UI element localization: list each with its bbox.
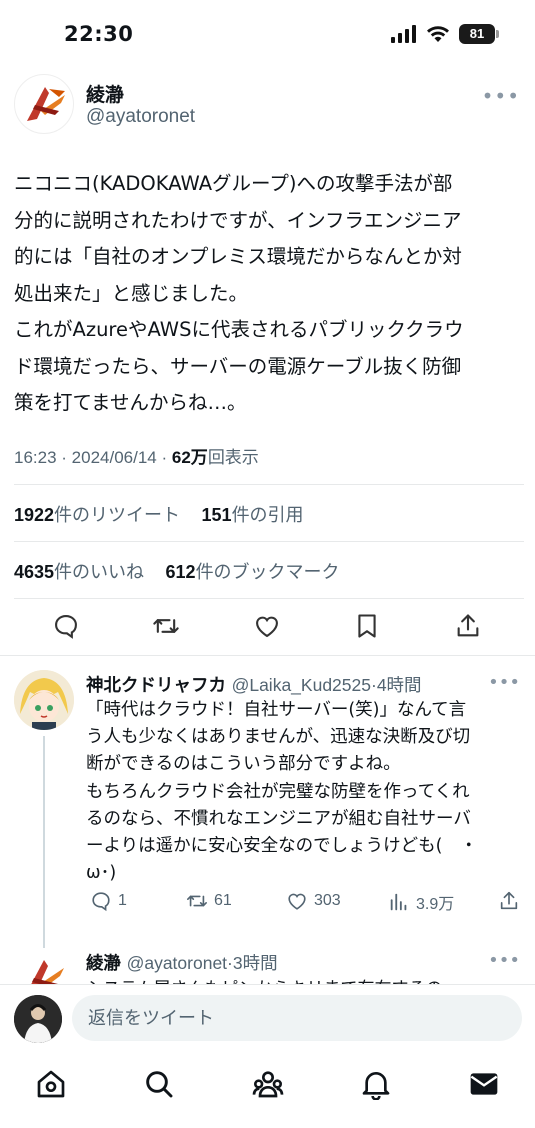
more-options-icon[interactable]: •••: [482, 84, 520, 108]
likes-label: 件のいいね: [54, 562, 145, 583]
status-bar: 22:30 81: [0, 0, 535, 70]
reply-avatar[interactable]: [14, 670, 74, 730]
reply-reply-count: 1: [118, 892, 127, 909]
reply-retweet-count: 61: [214, 892, 232, 909]
tab-communities[interactable]: [252, 1068, 286, 1102]
reply-views-count: 3.9万: [416, 896, 455, 913]
tab-search[interactable]: [143, 1068, 177, 1102]
bell-icon: [362, 1072, 390, 1101]
reply-icon: [55, 615, 77, 639]
retweets-stat[interactable]: 1922件のリツイート: [14, 505, 180, 526]
analytics-icon: [390, 893, 407, 911]
meta-separator: ·: [161, 448, 172, 467]
reply-avatar-image: [14, 670, 74, 730]
reply2-header: 綾瀞 @ayatoronet·3時間: [86, 953, 278, 974]
divider: [0, 655, 535, 656]
bookmark-button[interactable]: [353, 612, 383, 642]
stats-likes-row: 4635件のいいね 612件のブックマーク: [14, 558, 340, 584]
retweets-count: 1922: [14, 505, 55, 525]
wifi-icon: [427, 26, 449, 42]
user-avatar-image: [14, 995, 62, 1043]
likes-count: 4635: [14, 562, 55, 582]
retweet-icon: [187, 895, 207, 907]
heart-icon: [256, 616, 278, 638]
reply-like-count: 303: [314, 892, 341, 909]
home-icon: [37, 1070, 65, 1098]
bookmark-icon: [358, 614, 376, 638]
reply-reply-button[interactable]: 1: [90, 890, 127, 912]
reply2-author-name[interactable]: 綾瀞: [86, 954, 121, 974]
share-icon: [500, 891, 518, 910]
tab-home[interactable]: [35, 1068, 69, 1102]
reply-author-handle[interactable]: @Laika_Kud2525: [232, 675, 371, 695]
divider: [14, 484, 524, 485]
views-label: 回表示: [207, 448, 259, 467]
reply-views-button[interactable]: 3.9万: [388, 890, 454, 914]
reply-text: 「時代はクラウド！自社サーバー(笑)」なんて言 う人も少なくはありませんが、迅速…: [86, 700, 478, 884]
user-avatar[interactable]: [14, 995, 62, 1043]
battery-indicator: 81: [459, 24, 499, 44]
retweet-button[interactable]: [152, 612, 182, 642]
retweets-label: 件のリツイート: [54, 505, 181, 526]
views-count: 62万: [171, 448, 208, 467]
search-icon: [146, 1071, 173, 1098]
tweet-time[interactable]: 16:23: [14, 448, 57, 467]
likes-stat[interactable]: 4635件のいいね: [14, 562, 144, 583]
author-logo-icon: [27, 87, 65, 121]
bookmarks-label: 件のブックマーク: [195, 562, 340, 583]
tab-notifications[interactable]: [360, 1068, 394, 1102]
retweet-icon: [153, 619, 179, 633]
reply-input[interactable]: [72, 995, 522, 1041]
bookmarks-stat[interactable]: 612件のブックマーク: [166, 562, 340, 583]
communities-icon: [252, 1071, 284, 1098]
reply-share-button[interactable]: [498, 890, 520, 912]
reply-like-button[interactable]: 303: [286, 890, 341, 912]
reply-retweet-button[interactable]: 61: [186, 890, 232, 912]
reply-compose-bar: [0, 984, 535, 1052]
reply2-time[interactable]: 3時間: [233, 953, 278, 973]
status-icons: 81: [391, 24, 499, 44]
quotes-stat[interactable]: 151件の引用: [202, 505, 304, 526]
tweet-meta: 16:23 · 2024/06/14 · 62万回表示: [14, 443, 259, 468]
reply-header: 神北クドリャフカ @Laika_Kud2525·4時間: [86, 675, 422, 696]
tab-messages[interactable]: [468, 1068, 502, 1102]
tweet-date[interactable]: 2024/06/14: [72, 448, 157, 467]
tweet-actions: [0, 608, 535, 650]
divider: [14, 598, 524, 599]
author-name[interactable]: 綾瀞: [86, 80, 124, 107]
stats-retweets-row: 1922件のリツイート 151件の引用: [14, 501, 304, 527]
tweet-author: 綾瀞 @ayatoronet •••: [14, 74, 524, 138]
quotes-label: 件の引用: [231, 505, 304, 526]
reply-more-icon[interactable]: •••: [488, 672, 520, 693]
tweet-text: ニコニコ(KADOKAWAグループ)への攻撃手法が部 分的に説明されたわけですが…: [14, 172, 464, 414]
reply-icon: [92, 892, 110, 912]
divider: [14, 541, 524, 542]
signal-icon: [391, 25, 416, 43]
bottom-tab-bar: [0, 1052, 535, 1128]
bookmarks-count: 612: [165, 562, 196, 582]
author-handle[interactable]: @ayatoronet: [86, 106, 195, 128]
reply2-more-icon[interactable]: •••: [488, 950, 520, 971]
share-button[interactable]: [454, 612, 484, 642]
reply-author-name[interactable]: 神北クドリャフカ: [86, 676, 226, 696]
quotes-count: 151: [201, 505, 232, 525]
share-icon: [457, 614, 479, 637]
reply-button[interactable]: [52, 612, 82, 642]
like-button[interactable]: [253, 612, 283, 642]
reply2-author-handle[interactable]: @ayatoronet: [127, 953, 227, 973]
reply-actions: 1 61 303 3.9万: [86, 890, 524, 920]
heart-icon: [288, 893, 306, 910]
author-avatar[interactable]: [14, 74, 74, 134]
reply-time[interactable]: 4時間: [377, 675, 422, 695]
status-time: 22:30: [64, 22, 134, 46]
meta-separator: ·: [61, 448, 72, 467]
mail-icon: [470, 1073, 498, 1095]
